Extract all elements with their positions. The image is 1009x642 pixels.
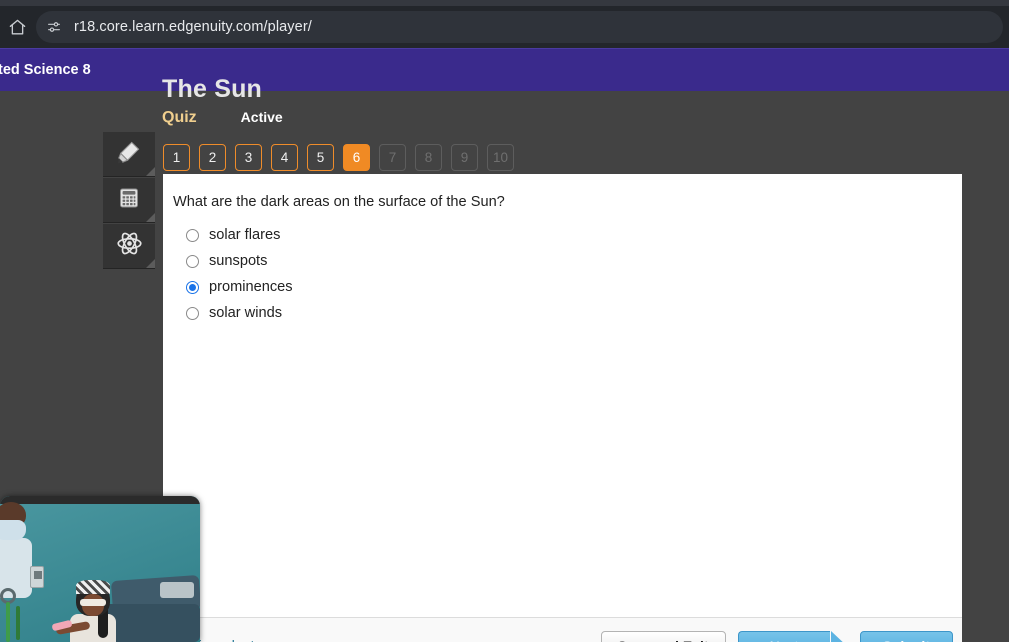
answer-option-label: prominences — [209, 279, 293, 295]
question-nav-item-6[interactable]: 6 — [343, 144, 370, 171]
assessment-status-label: Active — [240, 109, 283, 125]
tune-sliders-icon[interactable] — [40, 13, 68, 41]
save-and-exit-button[interactable]: Save and Exit — [600, 630, 726, 642]
question-nav-item-2[interactable]: 2 — [199, 144, 226, 171]
page-title: The Sun — [162, 75, 263, 103]
question-text: What are the dark areas on the surface o… — [173, 194, 505, 210]
question-nav-item-3[interactable]: 3 — [235, 144, 262, 171]
answer-option-label: solar winds — [209, 305, 282, 321]
question-nav: 1 2 3 4 5 6 7 8 9 10 — [163, 144, 514, 171]
answer-option-label: solar flares — [209, 227, 281, 243]
screen-root: r18.core.learn.edgenuity.com/player/ ted… — [0, 0, 1009, 642]
course-title: ted Science 8 — [0, 62, 91, 78]
radio-button[interactable] — [186, 306, 199, 320]
webcam-video-overlay[interactable] — [0, 496, 200, 642]
question-nav-item-8: 8 — [415, 144, 442, 171]
assessment-type-label: Quiz — [162, 109, 197, 126]
submit-button[interactable]: Submit — [859, 630, 953, 642]
question-nav-item-9: 9 — [451, 144, 478, 171]
question-nav-item-10: 10 — [487, 144, 514, 171]
next-arrow-icon — [830, 630, 848, 642]
question-nav-item-7: 7 — [379, 144, 406, 171]
address-bar[interactable]: r18.core.learn.edgenuity.com/player/ — [36, 11, 1003, 43]
course-banner: ted Science 8 — [0, 48, 1009, 91]
radio-button[interactable] — [186, 254, 199, 268]
browser-toolbar: r18.core.learn.edgenuity.com/player/ — [0, 0, 1009, 48]
question-footer: k this and return Save and Exit Next Sub… — [163, 617, 962, 642]
atom-icon — [116, 230, 143, 262]
assessment-meta: Quiz Active — [162, 109, 283, 127]
radio-button[interactable] — [186, 280, 199, 294]
question-nav-item-4[interactable]: 4 — [271, 144, 298, 171]
next-button[interactable]: Next — [737, 630, 848, 642]
next-button-label: Next — [770, 638, 799, 642]
home-icon[interactable] — [2, 12, 32, 42]
webcam-scene — [0, 496, 200, 642]
question-nav-item-5[interactable]: 5 — [307, 144, 334, 171]
question-nav-item-1[interactable]: 1 — [163, 144, 190, 171]
patient-headscarf — [76, 580, 110, 594]
exam-chair-headrest — [160, 582, 194, 598]
radio-button[interactable] — [186, 228, 199, 242]
calculator-icon — [117, 186, 141, 215]
exam-chair-seat — [104, 604, 200, 642]
webcam-top-strip — [0, 496, 200, 504]
answer-option[interactable]: solar flares — [173, 222, 962, 248]
wall-dispenser — [30, 566, 44, 588]
calculator-tool[interactable] — [103, 178, 155, 223]
question-body: What are the dark areas on the surface o… — [163, 174, 962, 617]
highlighter-icon — [116, 139, 142, 170]
medical-equipment — [0, 588, 32, 642]
answer-option[interactable]: sunspots — [173, 248, 962, 274]
equipment-tube-b — [16, 606, 20, 640]
nurse-face-mask — [0, 520, 26, 540]
patient-sunglasses — [80, 599, 106, 606]
periodic-table-tool[interactable] — [103, 224, 155, 269]
question-card: What are the dark areas on the surface o… — [163, 174, 962, 642]
tool-rail — [103, 132, 155, 269]
answer-options: solar flares sunspots prominences solar win… — [173, 222, 962, 326]
url-text: r18.core.learn.edgenuity.com/player/ — [74, 19, 312, 35]
equipment-tube-a — [6, 602, 10, 642]
highlighter-tool[interactable] — [103, 132, 155, 177]
answer-option-label: sunspots — [209, 253, 268, 269]
footer-actions: Save and Exit Next Submit — [600, 630, 953, 642]
answer-option[interactable]: solar winds — [173, 300, 962, 326]
answer-option[interactable]: prominences — [173, 274, 962, 300]
next-button-wrapper: Next — [737, 630, 848, 642]
